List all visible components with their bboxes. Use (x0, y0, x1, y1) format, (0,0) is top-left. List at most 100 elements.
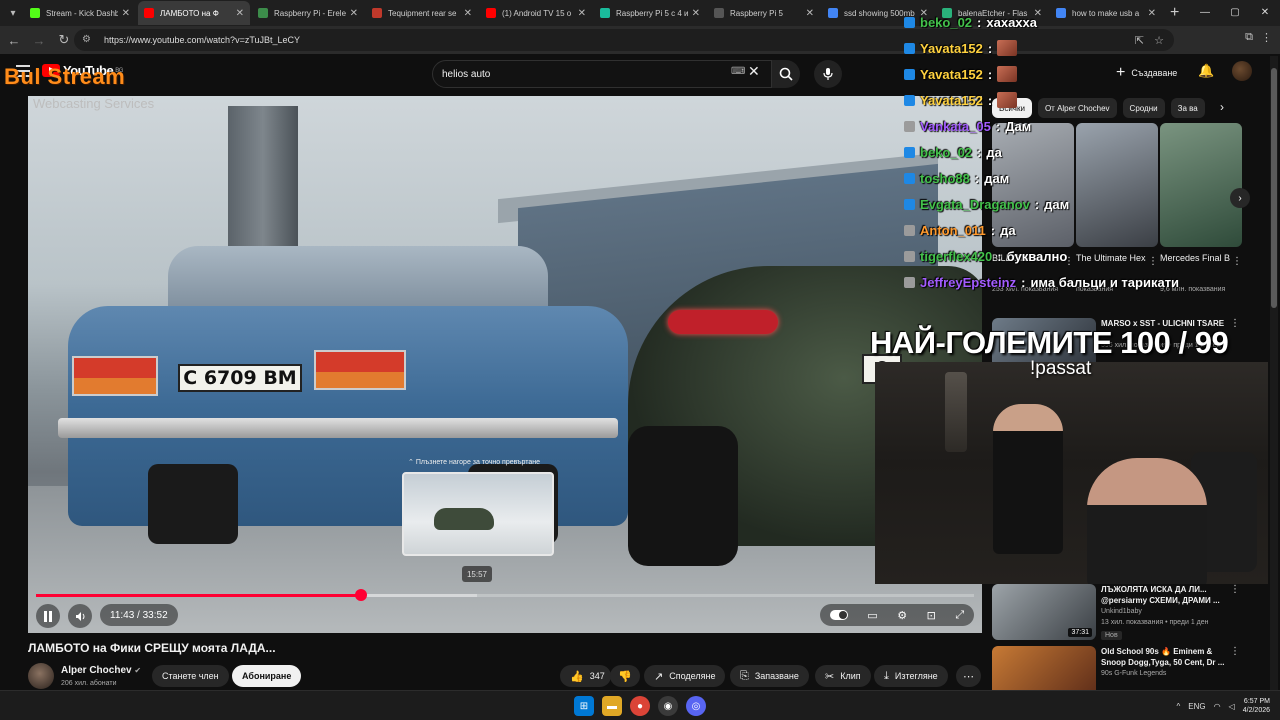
tab-search-button[interactable]: ▾ (2, 3, 24, 23)
taskbar-clock[interactable]: 6:57 PM 4/2/2026 (1243, 697, 1270, 715)
chat-username[interactable]: JeffreyEpsteinz (920, 275, 1016, 290)
browser-tab[interactable]: Raspberry Pi 5 с 4 и ✕ (594, 1, 706, 25)
recommended-title[interactable]: Old School 90s 🔥 Eminem & Snoop Dogg,Tyg… (1101, 646, 1231, 668)
filter-chip[interactable]: За ва (1170, 98, 1205, 118)
maximize-button[interactable]: ▢ (1220, 0, 1250, 24)
recommended-channel[interactable]: 90s G-Funk Legends (1101, 670, 1166, 677)
browser-tab[interactable]: ЛАМБОТО на Ф ✕ (138, 1, 250, 25)
shorts-title[interactable]: The Ultimate Hexagon ... (1076, 253, 1146, 263)
scrollbar-thumb[interactable] (1271, 68, 1277, 308)
shorts-title[interactable]: Mercedes Final Boss ... (1160, 253, 1230, 263)
progress-scrubber-handle[interactable] (354, 589, 367, 601)
chat-username[interactable]: Yavata152 (920, 41, 983, 56)
new-tab-button[interactable]: + (1170, 4, 1179, 22)
recommended-thumbnail[interactable]: 37:31 (992, 584, 1096, 640)
shorts-more-icon[interactable]: ⋮ (1148, 256, 1158, 267)
browser-tab[interactable]: (1) Android TV 15 o ✕ (480, 1, 592, 25)
tab-close-icon[interactable]: ✕ (464, 8, 472, 19)
wifi-icon[interactable]: ◠ (1214, 702, 1221, 711)
chat-username[interactable]: Vankata_05 (920, 119, 991, 134)
recommended-channel[interactable]: Unkind1baby (1101, 608, 1142, 615)
install-app-icon[interactable]: ⇱ (1135, 34, 1144, 47)
menu-icon-browser[interactable]: ⋮ (1261, 31, 1272, 44)
forward-button[interactable]: → (28, 29, 50, 51)
search-button[interactable] (772, 60, 800, 88)
channel-avatar[interactable] (28, 663, 54, 689)
subscribe-button[interactable]: Абониране (232, 665, 302, 687)
shorts-next-button[interactable]: › (1230, 188, 1250, 208)
chat-username[interactable]: Yavata152 (920, 93, 983, 108)
tab-close-icon[interactable]: ✕ (578, 8, 586, 19)
search-input[interactable]: helios auto (432, 60, 772, 88)
tab-close-icon[interactable]: ✕ (350, 8, 358, 19)
more-actions-button[interactable]: ⋯ (956, 665, 981, 687)
chat-username[interactable]: Evgata_Draganov (920, 197, 1030, 212)
recommended-video[interactable]: 37:31 ЛЪЖОЛЯТА ИСКА ДА ЛИ... @persiarmy С… (992, 584, 1250, 640)
fullscreen-icon[interactable]: ⤢ (955, 609, 964, 622)
miniplayer-icon[interactable]: ⊡ (927, 609, 936, 622)
discord-icon[interactable]: ◎ (686, 696, 706, 716)
progress-bar[interactable] (36, 589, 974, 601)
chat-username[interactable]: tigerflex420 (920, 249, 992, 264)
join-button[interactable]: Станете член (152, 665, 229, 687)
chrome-icon[interactable]: ● (630, 696, 650, 716)
channel-name[interactable]: Alper Chochev ✔ (61, 665, 141, 676)
subtitles-icon[interactable]: ▭ (867, 609, 877, 622)
share-button[interactable]: ↗ Споделяне (644, 665, 726, 687)
filter-chip[interactable]: Сродни (1122, 98, 1165, 118)
browser-tab[interactable]: Tequipment rear se ✕ (366, 1, 478, 25)
bookmark-star-icon[interactable]: ☆ (1154, 34, 1164, 47)
shorts-thumbnail[interactable] (1160, 123, 1242, 247)
account-avatar[interactable] (1232, 61, 1252, 81)
create-button[interactable]: + Създаване (1108, 62, 1185, 84)
speaker-icon[interactable]: ◁ (1229, 702, 1235, 711)
save-button[interactable]: ⎘ Запазване (730, 665, 809, 687)
browser-tab[interactable]: Raspberry Pi - Erele ✕ (252, 1, 364, 25)
windows-start-icon[interactable]: ⊞ (574, 696, 594, 716)
volume-button[interactable] (68, 604, 92, 628)
tray-overflow-icon[interactable]: ^ (1177, 702, 1181, 711)
more-options-icon[interactable]: ⋮ (1230, 318, 1240, 329)
voice-search-button[interactable] (814, 60, 842, 88)
keyboard-icon[interactable]: ⌨ (731, 66, 745, 77)
dislike-button[interactable]: 👎 (610, 665, 640, 687)
site-info-icon[interactable]: ⚙ (82, 34, 96, 46)
more-options-icon[interactable]: ⋮ (1230, 584, 1240, 595)
pause-button[interactable] (36, 604, 60, 628)
page-scrollbar[interactable] (1270, 56, 1278, 690)
back-button[interactable]: ← (3, 29, 25, 51)
tab-close-icon[interactable]: ✕ (1148, 8, 1156, 19)
chat-username[interactable]: beko_02 (920, 15, 972, 30)
like-button[interactable]: 👍 347 (560, 665, 611, 687)
tab-close-icon[interactable]: ✕ (122, 8, 130, 19)
chat-username[interactable]: beko_02 (920, 145, 972, 160)
tab-close-icon[interactable]: ✕ (692, 8, 700, 19)
tab-close-icon[interactable]: ✕ (806, 8, 814, 19)
extensions-icon[interactable]: ⧉ (1245, 31, 1253, 44)
tab-close-icon[interactable]: ✕ (236, 8, 244, 19)
minimize-button[interactable]: — (1190, 0, 1220, 24)
notifications-bell-icon[interactable]: 🔔 (1198, 63, 1214, 79)
shorts-more-icon[interactable]: ⋮ (1232, 256, 1242, 267)
filter-chip[interactable]: От Alper Chochev (1037, 98, 1117, 118)
language-indicator[interactable]: ENG (1188, 702, 1205, 711)
browser-tab[interactable]: Raspberry Pi 5 ✕ (708, 1, 820, 25)
settings-gear-icon[interactable]: ⚙ (897, 609, 907, 622)
close-window-button[interactable]: ✕ (1250, 0, 1280, 24)
video-player[interactable]: 8 C 6709 BM ⌃ Плъзнете нагоре за точно п… (28, 96, 982, 633)
obs-icon[interactable]: ◉ (658, 696, 678, 716)
clear-search-icon[interactable]: ✕ (748, 63, 760, 80)
file-explorer-icon[interactable]: ▬ (602, 696, 622, 716)
more-options-icon[interactable]: ⋮ (1230, 646, 1240, 657)
clip-button[interactable]: ✂ Клип (815, 665, 871, 687)
download-button[interactable]: ⤓ Изтегляне (874, 665, 948, 687)
browser-tab[interactable]: how to make usb a ✕ (1050, 1, 1162, 25)
browser-tab[interactable]: Stream - Kick Dashb ✕ (24, 1, 136, 25)
chat-username[interactable]: tosho88 (920, 171, 970, 186)
chat-username[interactable]: Anton_011 (920, 223, 986, 238)
recommended-title[interactable]: ЛЪЖОЛЯТА ИСКА ДА ЛИ... @persiarmy СХЕМИ,… (1101, 584, 1231, 606)
reload-button[interactable]: ↻ (53, 29, 75, 51)
shorts-thumbnail[interactable] (1076, 123, 1158, 247)
chat-username[interactable]: Yavata152 (920, 67, 983, 82)
chips-next-arrow-icon[interactable]: › (1220, 100, 1224, 114)
